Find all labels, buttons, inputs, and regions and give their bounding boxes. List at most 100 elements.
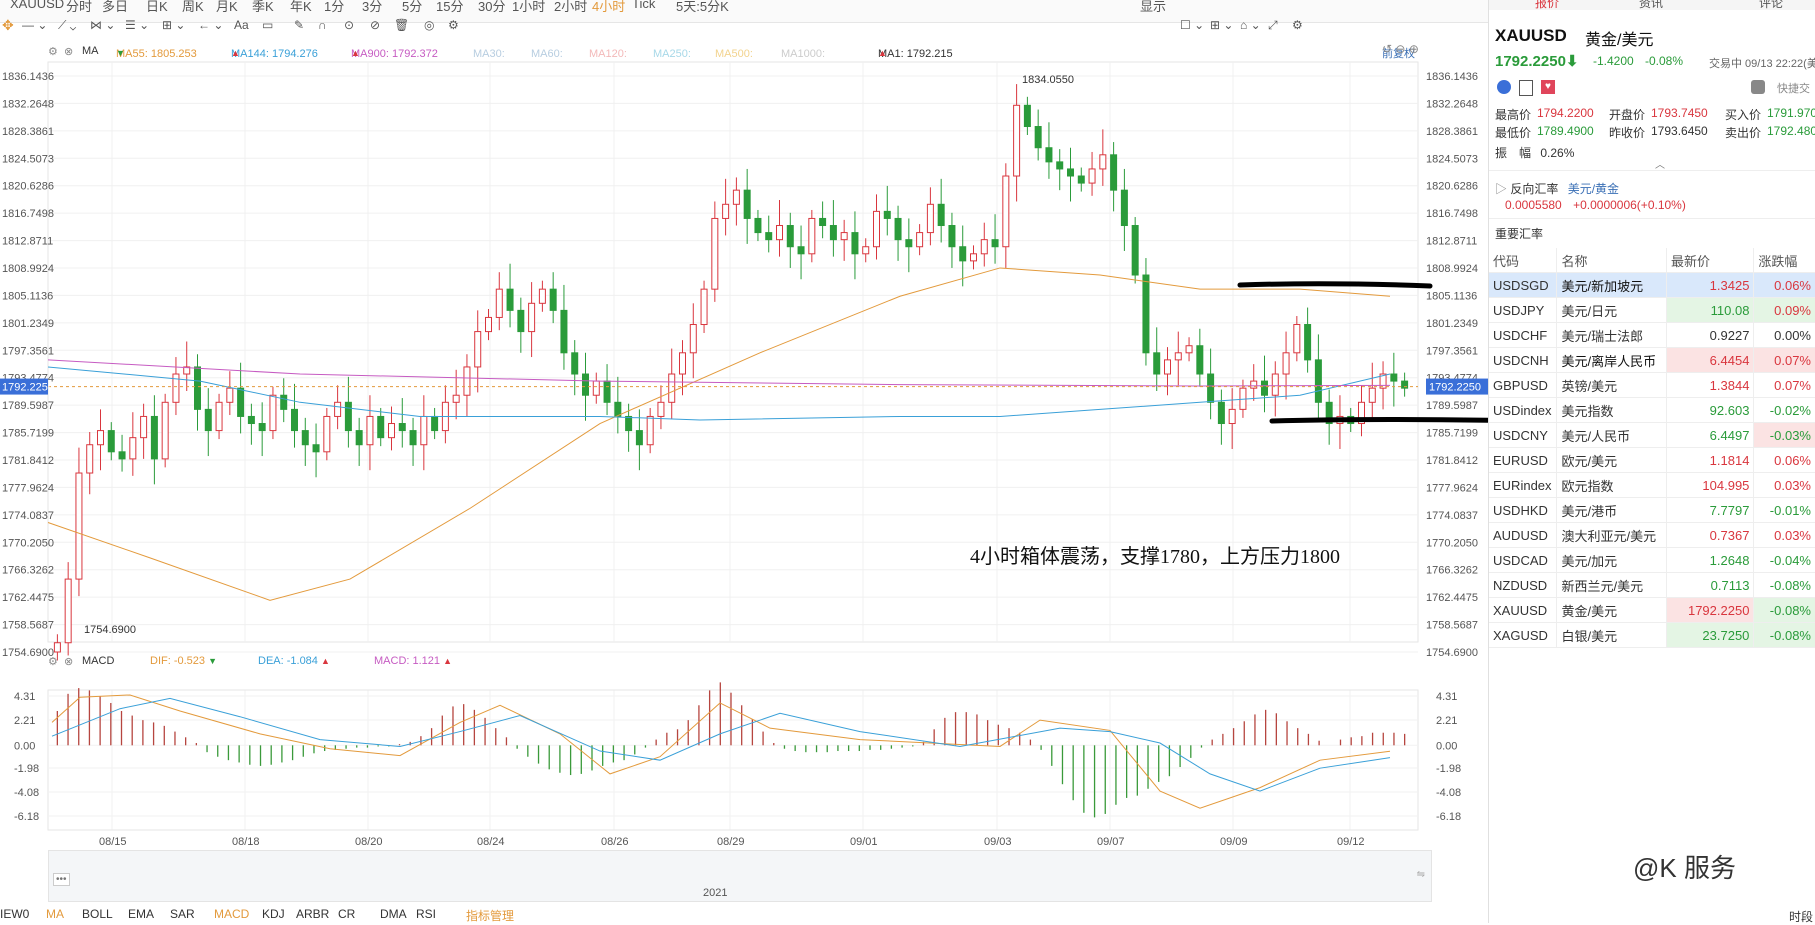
- candle-body: [560, 309, 568, 354]
- price-tick: 1820.6286: [2, 181, 54, 193]
- price-tick: 1797.3561: [2, 345, 54, 357]
- price-tick: 1762.4475: [2, 592, 54, 604]
- indicator-tab[interactable]: ARBR: [296, 907, 329, 921]
- macd-tick: 2.21: [1436, 715, 1457, 727]
- table-header[interactable]: 涨跌幅: [1753, 248, 1815, 273]
- indicator-tab[interactable]: 指标管理: [466, 907, 514, 924]
- table-row[interactable]: EURindex 欧元指数 104.995 0.03%: [1489, 472, 1815, 498]
- price-tick: 1785.7199: [2, 428, 54, 440]
- candle-body: [75, 472, 83, 580]
- favorite-icon[interactable]: ♥: [1541, 80, 1555, 94]
- table-row[interactable]: GBPUSD 英镑/美元 1.3844 0.07%: [1489, 372, 1815, 398]
- table-row[interactable]: XAUUSD 黄金/美元 1792.2250 -0.08%: [1489, 597, 1815, 623]
- table-row[interactable]: USDCHF 美元/瑞士法郎 0.9227 0.00%: [1489, 322, 1815, 348]
- table-row[interactable]: USDCNY 美元/人民币 6.4497 -0.03%: [1489, 422, 1815, 448]
- candle-body: [1077, 175, 1085, 184]
- doc-icon[interactable]: [1519, 80, 1533, 96]
- table-row[interactable]: USDCAD 美元/加元 1.2648 -0.04%: [1489, 547, 1815, 573]
- indicator-tab[interactable]: SAR: [170, 907, 195, 921]
- stat-value: 1792.480: [1767, 124, 1815, 138]
- candle-body: [323, 415, 331, 453]
- indicator-tab[interactable]: EMA: [128, 907, 154, 921]
- candle-body: [226, 387, 234, 403]
- table-cell: 1792.2250: [1666, 597, 1755, 623]
- table-row[interactable]: XAGUSD 白银/美元 23.7250 -0.08%: [1489, 622, 1815, 648]
- table-header[interactable]: 代码: [1489, 248, 1558, 273]
- indicator-tab[interactable]: BOLL: [82, 907, 113, 921]
- price-chart[interactable]: 1836.1436 1836.1436 1832.2648 1832.2648 1828…: [0, 0, 1488, 910]
- collapse-icon[interactable]: ︿: [1655, 156, 1665, 171]
- candle-body: [129, 437, 137, 460]
- table-row[interactable]: USDHKD 美元/港币 7.7797 -0.01%: [1489, 497, 1815, 523]
- table-row[interactable]: USDindex 美元指数 92.603 -0.02%: [1489, 397, 1815, 423]
- candle-body: [1250, 380, 1258, 389]
- table-cell: 美元指数: [1556, 397, 1668, 423]
- tab-comments[interactable]: 评论: [1759, 0, 1783, 11]
- quote-change-pct: -0.08%: [1645, 54, 1684, 68]
- price-tick: 1781.8412: [1426, 455, 1478, 467]
- macd-close-icon[interactable]: ⊗: [64, 655, 73, 668]
- ma900-line: [47, 359, 1391, 387]
- table-header[interactable]: 名称: [1556, 248, 1668, 273]
- table-row[interactable]: USDJPY 美元/日元 110.08 0.09%: [1489, 297, 1815, 323]
- quick-trade-button[interactable]: 快捷交: [1777, 80, 1810, 96]
- candle-body: [711, 217, 719, 290]
- table-row[interactable]: NZDUSD 新西兰元/美元 0.7113 -0.08%: [1489, 572, 1815, 598]
- candle-body: [463, 366, 471, 396]
- high-marker: 1834.0550: [1022, 74, 1074, 86]
- indicator-tab[interactable]: KDJ: [262, 907, 285, 921]
- resistance-line: [1237, 281, 1433, 289]
- stat-value: 1791.970: [1767, 106, 1815, 120]
- macd-settings-icon[interactable]: ⚙: [48, 655, 58, 668]
- candle-body: [765, 232, 773, 241]
- navigator-handle-right[interactable]: ⇋: [1417, 869, 1425, 880]
- candle-body: [754, 217, 762, 234]
- price-tick: 1824.5073: [1426, 153, 1478, 165]
- table-cell: 0.00%: [1753, 322, 1815, 348]
- table-cell: USDSGD: [1489, 272, 1558, 298]
- candle-body: [237, 387, 245, 417]
- candle-body: [291, 408, 298, 432]
- indicator-tab[interactable]: DMA: [380, 907, 407, 921]
- globe-icon[interactable]: [1497, 80, 1511, 94]
- reverse-rate-value: 0.0005580 +0.0000006(+0.10%): [1505, 198, 1686, 212]
- macd-tick: 4.31: [14, 691, 35, 703]
- candle-body: [873, 210, 880, 248]
- price-tick: 1836.1436: [1426, 71, 1478, 83]
- table-cell: XAGUSD: [1489, 622, 1558, 648]
- candle-body: [700, 288, 708, 326]
- table-cell: 92.603: [1666, 397, 1755, 423]
- candle-body: [862, 246, 870, 255]
- price-tick: 1770.2050: [1426, 537, 1478, 549]
- indicator-tab[interactable]: MA: [46, 907, 64, 921]
- date-tick: 09/07: [1097, 836, 1125, 848]
- table-cell: 0.06%: [1753, 447, 1815, 473]
- table-row[interactable]: USDSGD 美元/新加坡元 1.3425 0.06%: [1489, 272, 1815, 298]
- candle-body: [452, 394, 460, 403]
- candle-body: [668, 373, 676, 403]
- table-row[interactable]: EURUSD 欧元/美元 1.1814 0.06%: [1489, 447, 1815, 473]
- timeslot-label[interactable]: 时段: [1789, 908, 1813, 925]
- indicator-tab[interactable]: MACD: [214, 907, 249, 921]
- bell-icon[interactable]: [1751, 80, 1765, 94]
- candle-body: [1196, 345, 1204, 375]
- indicator-tab[interactable]: RSI: [416, 907, 436, 921]
- candle-body: [743, 189, 751, 219]
- candle-body: [1067, 168, 1074, 177]
- view-label: IEW0: [0, 907, 30, 921]
- indicator-tab[interactable]: CR: [338, 907, 355, 921]
- candle-body: [118, 451, 126, 460]
- table-cell: 欧元指数: [1556, 472, 1668, 498]
- navigator-handle-left[interactable]: •••: [53, 873, 70, 886]
- tab-news[interactable]: 资讯: [1639, 0, 1663, 11]
- table-row[interactable]: AUDUSD 澳大利亚元/美元 0.7367 0.03%: [1489, 522, 1815, 548]
- time-navigator[interactable]: ••• 2021 ⇋: [48, 850, 1432, 902]
- candle-body: [409, 430, 417, 446]
- table-cell: EURUSD: [1489, 447, 1558, 473]
- tab-quote[interactable]: 报价: [1535, 0, 1559, 11]
- candle-body: [786, 225, 794, 248]
- candle-body: [97, 430, 104, 446]
- table-header[interactable]: 最新价: [1666, 248, 1755, 273]
- table-row[interactable]: USDCNH 美元/离岸人民币 6.4454 0.07%: [1489, 347, 1815, 373]
- candle-body: [107, 430, 115, 453]
